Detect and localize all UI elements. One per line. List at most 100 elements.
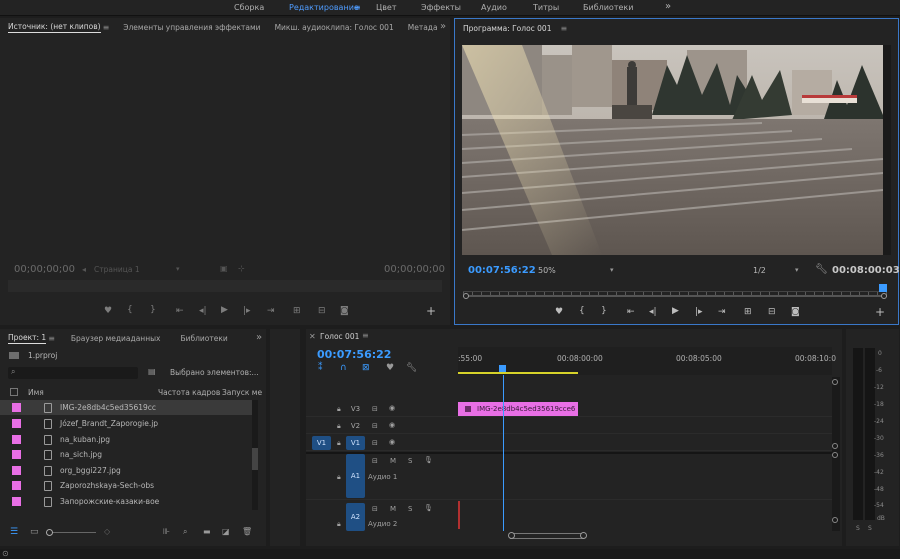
close-icon[interactable]: ✕ [309, 332, 316, 341]
eye-icon[interactable]: ◉ [389, 421, 395, 429]
solo-button[interactable]: S [408, 457, 412, 465]
workspace-assembly[interactable]: Сборка [234, 3, 264, 12]
tab-metadata[interactable]: Метада [408, 23, 438, 32]
status-icon[interactable]: ⊙ [2, 549, 9, 558]
step-back-icon[interactable]: ◂| [649, 307, 657, 317]
list-item[interactable]: Zaporozhskaya-Sech-obs [0, 478, 252, 493]
go-to-in-icon[interactable]: ⇤ [176, 306, 184, 316]
track-label-v2[interactable]: V2 [346, 419, 365, 433]
lock-icon[interactable]: 🔒︎ [337, 422, 341, 431]
program-vertical-scroll[interactable] [883, 45, 891, 255]
source-timecode[interactable]: 00;00;00;00 [14, 264, 75, 275]
label-swatch[interactable] [12, 497, 21, 506]
add-button-icon[interactable]: + [426, 304, 436, 318]
new-bin-icon[interactable]: ▬ [203, 527, 211, 536]
lift-icon[interactable]: ⊞ [744, 307, 752, 317]
thumbnail-zoom-slider[interactable] [46, 532, 96, 533]
tab-libraries[interactable]: Библиотеки [180, 334, 227, 343]
go-to-out-icon[interactable]: ⇥ [718, 307, 726, 317]
clear-icon[interactable]: 🗑︎ [242, 527, 252, 536]
eye-icon[interactable]: ◉ [389, 438, 395, 446]
play-icon[interactable]: ▶ [221, 305, 228, 315]
timeline-clip[interactable]: IMG-2e8db4c5ed35619cce6 [458, 402, 578, 416]
eye-icon[interactable]: ◉ [389, 404, 395, 412]
column-name[interactable]: Имя [28, 388, 44, 397]
tab-program[interactable]: Программа: Голос 001 [463, 24, 551, 33]
settings-icon[interactable]: ⊹ [238, 264, 245, 273]
more-workspaces-icon[interactable]: » [665, 1, 671, 12]
go-to-in-icon[interactable]: ⇤ [627, 307, 635, 317]
solo-right-button[interactable]: S [868, 525, 872, 532]
program-video-frame[interactable] [462, 45, 883, 255]
new-item-icon[interactable]: ◪ [222, 527, 230, 536]
tab-project[interactable]: Проект: 1 [8, 333, 47, 344]
mute-button[interactable]: M [390, 505, 396, 513]
lock-icon[interactable]: 🔒︎ [337, 405, 341, 414]
workspace-color[interactable]: Цвет [376, 3, 397, 12]
page-arrow-icon[interactable]: ◂ [82, 265, 86, 274]
lock-icon[interactable]: 🔒︎ [337, 439, 341, 448]
work-area-bar[interactable] [458, 372, 578, 374]
zoom-select[interactable]: 50% [538, 266, 556, 275]
step-back-icon[interactable]: ◂| [199, 306, 207, 316]
mark-out-icon[interactable]: } [601, 306, 607, 316]
column-framerate[interactable]: Частота кадров [158, 388, 220, 397]
column-media-start[interactable]: Запуск ме [222, 388, 262, 397]
workspace-editing[interactable]: Редактирование [289, 3, 359, 12]
sequence-timecode[interactable]: 00:07:56:22 [317, 348, 391, 361]
panel-menu-icon[interactable]: ≡ [362, 331, 369, 340]
tab-sequence[interactable]: Голос 001 [320, 332, 359, 341]
program-zoom-bar[interactable] [463, 295, 887, 297]
wrench-icon[interactable]: 🔧︎ [815, 264, 828, 275]
label-swatch[interactable] [12, 419, 21, 428]
export-frame-icon[interactable]: ◙ [340, 306, 349, 316]
label-swatch[interactable] [12, 466, 21, 475]
extract-icon[interactable]: ⊟ [768, 307, 776, 317]
export-frame-icon[interactable]: ◙ [791, 307, 800, 317]
play-icon[interactable]: ▶ [672, 306, 679, 316]
list-view-icon[interactable]: ☰ [10, 527, 18, 537]
track-label-v3[interactable]: V3 [346, 402, 365, 416]
timeline-horizontal-scroll[interactable] [458, 532, 832, 539]
insert-icon[interactable]: ⊞ [293, 306, 301, 316]
page-label[interactable]: Страница 1 [94, 265, 140, 274]
overwrite-icon[interactable]: ⊟ [318, 306, 326, 316]
track-label-a1[interactable]: A1 [346, 454, 365, 498]
workspace-libraries[interactable]: Библиотеки [583, 3, 633, 12]
mark-in-icon[interactable]: { [579, 306, 585, 316]
workspace-effects[interactable]: Эффекты [421, 3, 461, 12]
time-ruler[interactable]: :55:00 00:08:00:00 00:08:05:00 00:08:10:… [458, 347, 836, 375]
snap-icon[interactable]: ∩ [340, 363, 347, 373]
step-forward-icon[interactable]: |▸ [243, 306, 251, 316]
panel-menu-icon[interactable]: ≡ [560, 24, 567, 33]
mark-out-icon[interactable]: } [150, 305, 156, 315]
icon-view-icon[interactable]: ▭ [30, 527, 39, 537]
resolution-dropdown-icon[interactable]: ▾ [795, 266, 799, 274]
list-item[interactable]: Józef_Brandt_Zaporogie.jp [0, 416, 252, 431]
sync-lock-icon[interactable]: ⊟ [372, 505, 378, 513]
go-to-out-icon[interactable]: ⇥ [267, 306, 275, 316]
tab-source[interactable]: Источник: (нет клипов) [8, 22, 101, 33]
timeline-playhead-line[interactable] [503, 375, 504, 531]
workspace-audio[interactable]: Аудио [481, 3, 507, 12]
more-tabs-icon[interactable]: » [256, 332, 262, 343]
add-button-icon[interactable]: + [875, 305, 885, 319]
sync-lock-icon[interactable]: ⊟ [372, 405, 378, 413]
list-item[interactable]: na_kuban.jpg [0, 432, 252, 447]
sync-lock-icon[interactable]: ⊟ [372, 422, 378, 430]
zoom-handle-left[interactable] [463, 293, 469, 299]
nest-icon[interactable]: ⁑ [318, 363, 323, 373]
mute-button[interactable]: M [390, 457, 396, 465]
list-item[interactable]: Запорожские-казаки-вое [0, 494, 252, 509]
list-item[interactable]: IMG-2e8db4c5ed35619cc [0, 400, 252, 415]
marker-icon[interactable]: ♥ [555, 307, 563, 317]
tab-effect-controls[interactable]: Элементы управления эффектами [123, 23, 260, 32]
resolution-select[interactable]: 1/2 [753, 266, 766, 275]
step-forward-icon[interactable]: |▸ [695, 307, 703, 317]
label-swatch[interactable] [12, 435, 21, 444]
timeline-settings-icon[interactable]: 🔧︎ [406, 363, 417, 373]
automate-to-sequence-icon[interactable]: ⊪ [163, 527, 170, 536]
label-swatch[interactable] [12, 481, 21, 490]
list-item[interactable]: na_sich.jpg [0, 447, 252, 462]
panel-menu-icon[interactable]: ≡ [103, 23, 110, 32]
